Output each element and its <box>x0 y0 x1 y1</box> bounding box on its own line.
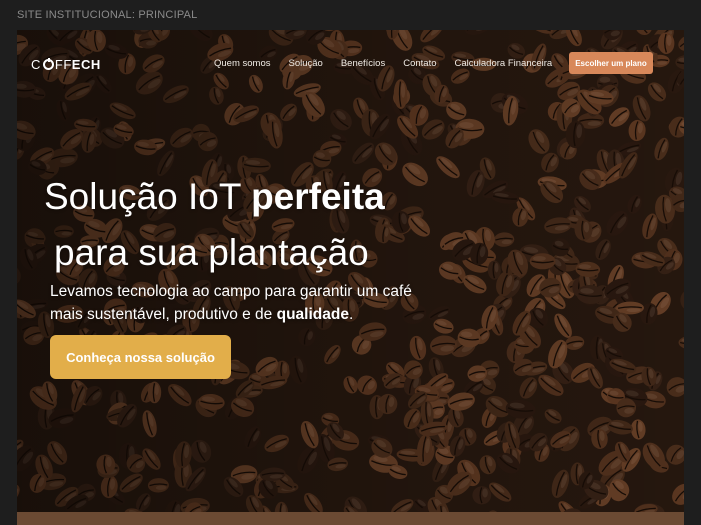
nav-link-beneficios[interactable]: Benefícios <box>341 58 385 69</box>
logo-middle: FF <box>54 57 72 72</box>
hero-subtitle: Levamos tecnologia ao campo para garanti… <box>50 280 430 326</box>
power-icon <box>42 58 54 70</box>
site-canvas: C FF ECH Quem somos Solução Benefícios C… <box>17 30 684 525</box>
nav-link-solucao[interactable]: Solução <box>289 58 323 69</box>
hero-title-line1-regular: Solução IoT <box>44 176 252 217</box>
next-section-strip <box>17 512 684 525</box>
hero-title-line1-bold: perfeita <box>251 176 385 217</box>
hero-subtitle-bold: qualidade <box>276 306 349 323</box>
nav-link-quem-somos[interactable]: Quem somos <box>214 58 271 69</box>
nav-link-calculadora[interactable]: Calculadora Financeira <box>455 58 553 69</box>
nav-links: Quem somos Solução Benefícios Contato Ca… <box>214 58 552 69</box>
logo-suffix: ECH <box>71 57 101 72</box>
logo-prefix: C <box>31 57 41 72</box>
discover-solution-button[interactable]: Conheça nossa solução <box>50 335 231 379</box>
hero-subtitle-end: . <box>348 306 354 323</box>
hero-subtitle-text: Levamos tecnologia ao campo para garanti… <box>50 283 412 323</box>
choose-plan-button[interactable]: Escolher um plano <box>569 52 653 74</box>
logo[interactable]: C FF ECH <box>31 57 101 72</box>
nav-link-contato[interactable]: Contato <box>403 58 436 69</box>
hero-title-line2: para sua plantação <box>54 232 369 273</box>
hero-title: Solução IoT perfeita para sua plantação <box>44 169 385 281</box>
frame-label: SITE INSTITUCIONAL: PRINCIPAL <box>17 9 198 21</box>
top-navigation: C FF ECH Quem somos Solução Benefícios C… <box>17 30 684 98</box>
